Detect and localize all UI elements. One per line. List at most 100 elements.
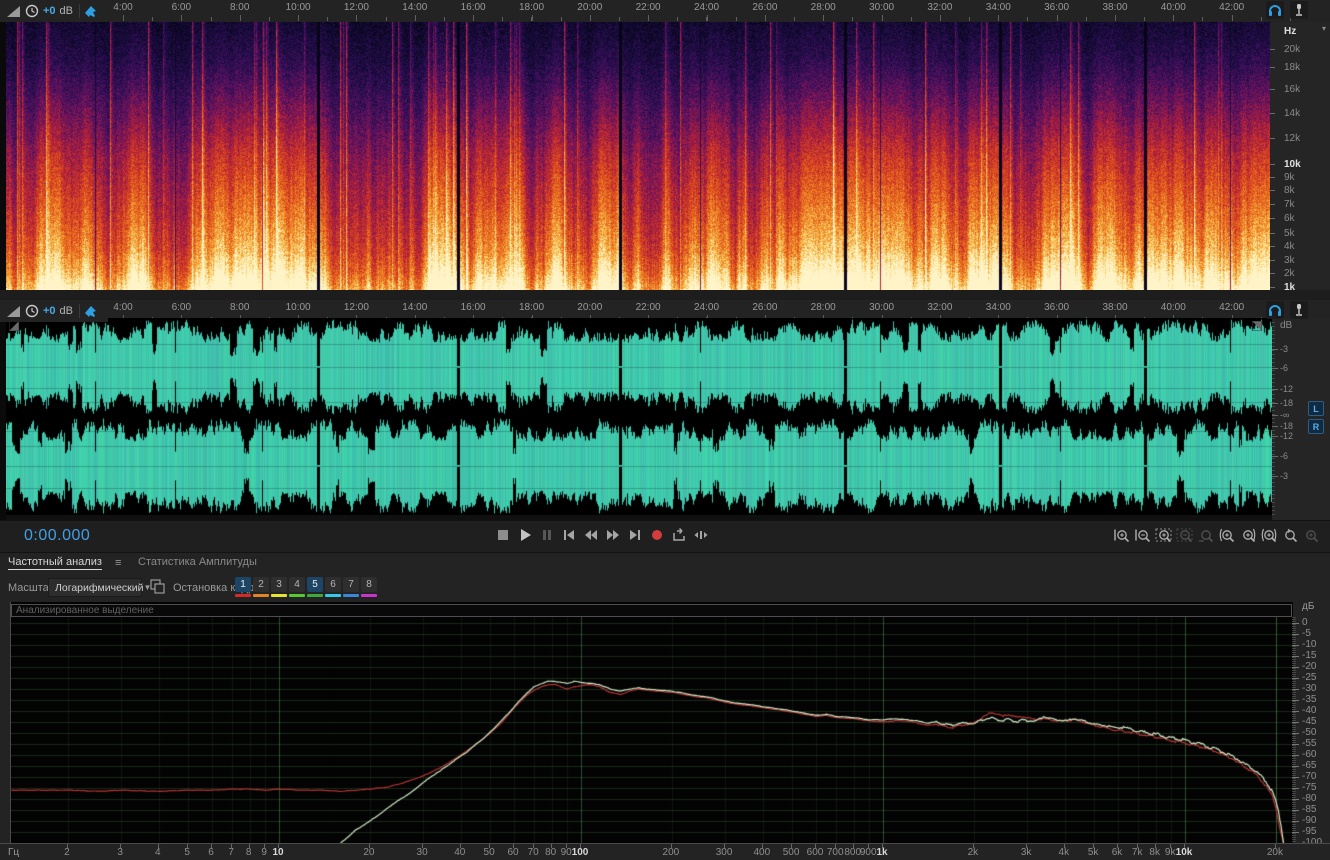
channel-left-badge[interactable]: L: [1308, 401, 1324, 416]
frequency-scale-label: 2k: [1284, 268, 1295, 279]
hold-button-7[interactable]: 7: [343, 577, 359, 597]
hold-button-5[interactable]: 5: [307, 577, 323, 597]
zoom-in-amplitude-button[interactable]: [1113, 526, 1131, 544]
channel-right-badge[interactable]: R: [1308, 419, 1324, 434]
zoom-in-right-edge-button[interactable]: [1239, 526, 1257, 544]
headphones-icon[interactable]: [1266, 301, 1284, 319]
record-button[interactable]: [648, 526, 666, 544]
gain-value[interactable]: +0: [43, 5, 56, 17]
analyzed-selection-bar[interactable]: Анализированное выделение: [11, 604, 1292, 617]
hold-button-6[interactable]: 6: [325, 577, 341, 597]
frequency-scale-tick: [1270, 49, 1275, 50]
fast-forward-button[interactable]: [604, 526, 622, 544]
amplitude-scale-tick: [1272, 346, 1275, 347]
hold-button-4[interactable]: 4: [289, 577, 305, 597]
clock-icon[interactable]: [25, 4, 39, 18]
timecode-display[interactable]: 0:00.000: [24, 527, 90, 545]
microphone-icon[interactable]: [1290, 301, 1308, 319]
frequency-scale[interactable]: ▾ Hz 20k 18k 16k 14k 12k 10k 9k 8k 7k 6k 5k 4k 3k 2k 1k: [1270, 22, 1330, 293]
zoom-in-full-button[interactable]: [1302, 526, 1320, 544]
db-axis-minor-tick: [1292, 619, 1296, 621]
microphone-icon[interactable]: [1290, 1, 1308, 19]
db-axis-minor-tick: [1292, 815, 1296, 816]
hold-button-1[interactable]: 1: [235, 577, 251, 597]
hold-button-8[interactable]: 8: [361, 577, 377, 597]
fade-icon[interactable]: [6, 305, 21, 318]
spectrogram-display[interactable]: [6, 22, 1270, 290]
frequency-axis-label: 2: [64, 847, 70, 858]
db-axis-minor-tick: [1292, 696, 1296, 698]
stop-button[interactable]: [494, 526, 512, 544]
db-axis-minor-tick: [1292, 823, 1296, 825]
clock-icon[interactable]: [25, 304, 39, 318]
frequency-plot[interactable]: Анализированное выделение: [10, 602, 1293, 843]
zoom-reset-button[interactable]: [1197, 526, 1215, 544]
db-axis-minor-tick: [1292, 810, 1296, 812]
db-axis-minor-tick: [1292, 685, 1296, 687]
hold-button-3[interactable]: 3: [271, 577, 287, 597]
time-ruler-tick: [356, 15, 358, 21]
skip-to-end-button[interactable]: [626, 526, 644, 544]
tab-frequency-analysis[interactable]: Частотный анализ: [8, 556, 102, 570]
db-axis-tick: [1292, 710, 1299, 712]
time-ruler-label: 20:00: [577, 302, 603, 313]
frequency-axis[interactable]: Гц 2 3 4 5 6 7 8 9 10 20 30 40 50 60 70 80 90 100 200 300 40…: [0, 843, 1330, 860]
db-axis-minor-tick: [1292, 817, 1296, 819]
zoom-to-selection-button[interactable]: [1155, 526, 1173, 544]
db-axis-minor-tick: [1292, 779, 1296, 781]
zoom-time-refresh-button[interactable]: [1281, 526, 1299, 544]
time-ruler-label: 24:00: [693, 2, 720, 13]
db-axis-minor-tick: [1292, 641, 1296, 643]
headphones-icon[interactable]: [1266, 1, 1284, 19]
db-axis-minor-tick: [1292, 678, 1296, 680]
panel-menu-icon[interactable]: ≡: [115, 557, 121, 569]
panel-corner-icon[interactable]: [1252, 321, 1262, 331]
zoom-in-left-edge-button[interactable]: [1218, 526, 1236, 544]
scale-menu-arrow[interactable]: ▾: [1322, 24, 1326, 33]
pin-icon[interactable]: [84, 305, 97, 318]
panel-corner-icon[interactable]: [9, 321, 19, 331]
zoom-out-selection-button[interactable]: [1176, 526, 1194, 544]
frequency-scale-label: 14k: [1284, 108, 1301, 119]
panel-divider: [0, 290, 1330, 300]
db-axis-minor-tick: [1292, 771, 1296, 772]
amplitude-scale-label: -6: [1280, 363, 1289, 373]
tab-amplitude-statistics[interactable]: Статистика Амплитуды: [138, 556, 257, 568]
frequency-axis-label: 500: [782, 847, 800, 858]
loop-playback-button[interactable]: [670, 526, 688, 544]
frequency-axis-label: 60: [507, 847, 519, 858]
time-ruler-label: 12:00: [343, 2, 369, 13]
spectrogram-time-ruler[interactable]: +0 dB 4:00 6:00 8:00 10:00 12:00 14:00 16:00 18…: [0, 0, 1330, 23]
scale-dropdown[interactable]: Логарифмический ▼: [48, 578, 151, 597]
amplitude-scale-tick: [1272, 338, 1275, 339]
db-axis-label: -10: [1302, 639, 1317, 650]
copy-icon[interactable]: [150, 579, 165, 594]
amplitude-scale-tick: [1272, 450, 1275, 451]
db-axis-label: -95: [1302, 826, 1317, 837]
frequency-scale-label: 9k: [1284, 172, 1295, 183]
gain-value[interactable]: +0: [43, 305, 56, 317]
hold-button-2[interactable]: 2: [253, 577, 269, 597]
pin-icon[interactable]: [84, 5, 97, 18]
skip-selection-button[interactable]: [692, 526, 710, 544]
time-ruler-label: 26:00: [752, 2, 778, 13]
pause-button[interactable]: [538, 526, 556, 544]
skip-to-start-button[interactable]: [560, 526, 578, 544]
db-axis-minor-tick: [1292, 766, 1296, 768]
waveform-display[interactable]: [6, 318, 1272, 515]
frequency-plot-canvas[interactable]: [11, 602, 1293, 843]
amplitude-scale-tick: [1272, 406, 1275, 407]
analyzed-selection-label: Анализированное выделение: [16, 605, 154, 616]
zoom-selection-bounds-button[interactable]: [1260, 526, 1278, 544]
frequency-analysis-panel: Частотный анализ ≡ Статистика Амплитуды …: [0, 553, 1330, 860]
zoom-out-amplitude-button[interactable]: [1134, 526, 1152, 544]
play-button[interactable]: [516, 526, 534, 544]
db-axis-minor-tick: [1292, 834, 1296, 836]
db-axis-tick: [1292, 688, 1299, 690]
fade-icon[interactable]: [6, 5, 21, 18]
amplitude-scale-tick: [1272, 358, 1275, 359]
time-ruler-tick: [1085, 17, 1087, 21]
rewind-button[interactable]: [582, 526, 600, 544]
amplitude-scale[interactable]: L R dB -3 -6 -12 -18 -∞ -18 -12 -6 -3: [1272, 318, 1330, 520]
amplitude-scale-label: -3: [1280, 471, 1289, 481]
